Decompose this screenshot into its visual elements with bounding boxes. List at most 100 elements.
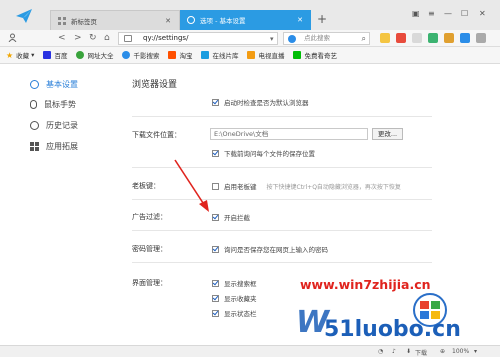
change-button[interactable]: 更改... — [372, 128, 403, 140]
forward-button[interactable]: > — [74, 33, 82, 43]
sidebar-item-label: 历史记录 — [46, 121, 78, 130]
baidu-icon — [43, 51, 52, 59]
menu-icon[interactable]: ≡ — [428, 9, 435, 18]
download-label[interactable]: 下载 — [415, 348, 427, 357]
page-icon — [124, 35, 132, 42]
checkbox[interactable] — [212, 98, 219, 106]
checkbox[interactable] — [212, 309, 219, 317]
film-icon — [201, 51, 210, 59]
divider — [132, 230, 432, 231]
bookmark-site-directory[interactable]: 网址大全 — [76, 50, 113, 60]
ad-filter-label: 广告过滤： — [132, 213, 167, 221]
speed-icon[interactable]: ◔ — [378, 348, 383, 355]
search-input[interactable]: 点此搜索 ⌕ — [283, 32, 370, 45]
tab-settings[interactable]: 选项 - 基本设置 ✕ — [180, 10, 311, 30]
extensions-icon[interactable] — [396, 33, 406, 43]
boss-key-checkbox[interactable]: 启用老板键 按下快捷键Ctrl+Q自动隐藏浏览器，再次按下恢复 — [212, 181, 401, 191]
apps-icon — [30, 142, 39, 151]
apps-grid-icon[interactable] — [412, 33, 422, 43]
search-icon[interactable]: ⌕ — [362, 33, 366, 44]
close-tab-icon[interactable]: ✕ — [165, 17, 171, 25]
divider — [132, 262, 432, 263]
zoom-dropdown-icon[interactable]: ▾ — [474, 348, 477, 355]
dropdown-icon[interactable]: ▾ — [270, 34, 274, 44]
settings-menu-icon[interactable] — [476, 33, 486, 43]
show-status-bar-checkbox[interactable]: 显示状态栏 — [212, 308, 257, 318]
search-icon — [122, 51, 131, 59]
bookmark-tv-live[interactable]: 电视直播 — [247, 50, 284, 60]
bookmark-film-library[interactable]: 在线片库 — [201, 50, 238, 60]
bookmark-baidu[interactable]: 百度 — [43, 50, 67, 60]
checkbox[interactable] — [212, 294, 219, 302]
clock-icon — [30, 121, 39, 130]
bookmark-taobao[interactable]: 淘宝 — [168, 50, 192, 60]
play-icon — [293, 51, 302, 59]
checkbox-label: 显示收藏夹 — [224, 295, 257, 303]
save-password-checkbox[interactable]: 询问是否保存您在网页上输入的密码 — [212, 244, 328, 254]
bookmark-search[interactable]: 千影搜索 — [122, 50, 159, 60]
watermark-url: www.win7zhijia.cn — [300, 277, 431, 292]
checkbox-label: 启用老板键 — [224, 183, 257, 191]
video-icon[interactable] — [428, 33, 438, 43]
new-tab-button[interactable]: + — [317, 12, 327, 26]
back-button[interactable]: < — [58, 33, 66, 43]
title-bar: 新标签页 ✕ 选项 - 基本设置 ✕ + ▣ ≡ — ☐ ✕ — [0, 0, 500, 30]
download-icon[interactable]: ⬇ — [406, 348, 411, 355]
bookmark-manager-icon[interactable] — [380, 33, 390, 43]
bookmark-iqiyi[interactable]: 免费看奇艺 — [293, 50, 337, 60]
navigation-bar: < > ↻ ⌂ qy://settings/ ▾ 点此搜索 ⌕ — [0, 30, 500, 47]
refresh-button[interactable]: ↻ — [89, 33, 97, 43]
settings-sidebar: 基本设置 鼠标手势 历史记录 应用拓展 — [0, 64, 120, 345]
close-tab-icon[interactable]: ✕ — [297, 16, 303, 24]
bookmark-favorites[interactable]: ★ 收藏 ▾ — [6, 50, 35, 61]
address-text: qy://settings/ — [143, 34, 189, 42]
watermark-logo: W 51luobo.cn — [296, 293, 461, 342]
checkbox[interactable] — [212, 279, 219, 287]
download-location-label: 下载文件位置： — [132, 131, 181, 139]
zoom-icon[interactable]: ⊕ — [440, 348, 445, 355]
search-engine-icon[interactable] — [288, 35, 296, 43]
bookmark-label: 网址大全 — [87, 52, 114, 60]
bookmark-label: 在线片库 — [212, 52, 239, 60]
checkbox-label: 显示状态栏 — [224, 310, 257, 318]
user-icon[interactable] — [8, 33, 17, 45]
download-path-input[interactable]: E:\OneDrive\文档 — [210, 128, 368, 140]
browser-logo-icon[interactable] — [14, 7, 34, 25]
default-browser-checkbox[interactable]: 启动时检查是否为默认浏览器 — [212, 97, 309, 107]
sidebar-item-history[interactable]: 历史记录 — [30, 120, 78, 131]
tab-label: 选项 - 基本设置 — [200, 17, 246, 25]
screenshot-icon[interactable] — [444, 33, 454, 43]
sound-icon[interactable]: ♪ — [392, 348, 396, 355]
ask-download-location-checkbox[interactable]: 下载前询问每个文件的保存位置 — [212, 148, 315, 158]
sidebar-item-label: 鼠标手势 — [44, 100, 76, 109]
show-favorites-checkbox[interactable]: 显示收藏夹 — [212, 293, 257, 303]
tab-new-tab[interactable]: 新标签页 ✕ — [50, 10, 180, 30]
ad-block-checkbox[interactable]: 开启拦截 — [212, 212, 250, 222]
sync-icon[interactable] — [460, 33, 470, 43]
sidebar-item-mouse-gestures[interactable]: 鼠标手势 — [30, 99, 76, 110]
checkbox[interactable] — [212, 213, 219, 221]
show-search-box-checkbox[interactable]: 显示搜索框 — [212, 278, 257, 288]
zoom-level[interactable]: 100% — [452, 348, 469, 355]
sidebar-item-basic-settings[interactable]: 基本设置 — [30, 79, 78, 90]
checkbox[interactable] — [212, 245, 219, 253]
sidebar-item-label: 基本设置 — [46, 80, 78, 89]
maximize-icon[interactable]: ☐ — [461, 9, 468, 18]
gear-icon — [187, 16, 195, 24]
home-button[interactable]: ⌂ — [104, 33, 110, 43]
chevron-down-icon: ▾ — [31, 51, 35, 59]
skin-icon[interactable]: ▣ — [412, 9, 420, 18]
sidebar-item-extensions[interactable]: 应用拓展 — [30, 141, 78, 152]
minimize-icon[interactable]: — — [444, 9, 452, 18]
boss-key-label: 老板键： — [132, 182, 160, 190]
tv-icon — [247, 51, 256, 59]
checkbox[interactable] — [212, 149, 219, 157]
close-window-icon[interactable]: ✕ — [479, 9, 486, 18]
checkbox[interactable] — [212, 182, 219, 190]
annotation-arrow — [174, 159, 209, 212]
interface-manager-label: 界面管理： — [132, 279, 167, 287]
address-bar[interactable]: qy://settings/ — [118, 32, 278, 45]
globe-icon — [76, 51, 85, 59]
password-manager-label: 密码管理： — [132, 245, 167, 253]
bookmark-label: 电视直播 — [258, 52, 285, 60]
